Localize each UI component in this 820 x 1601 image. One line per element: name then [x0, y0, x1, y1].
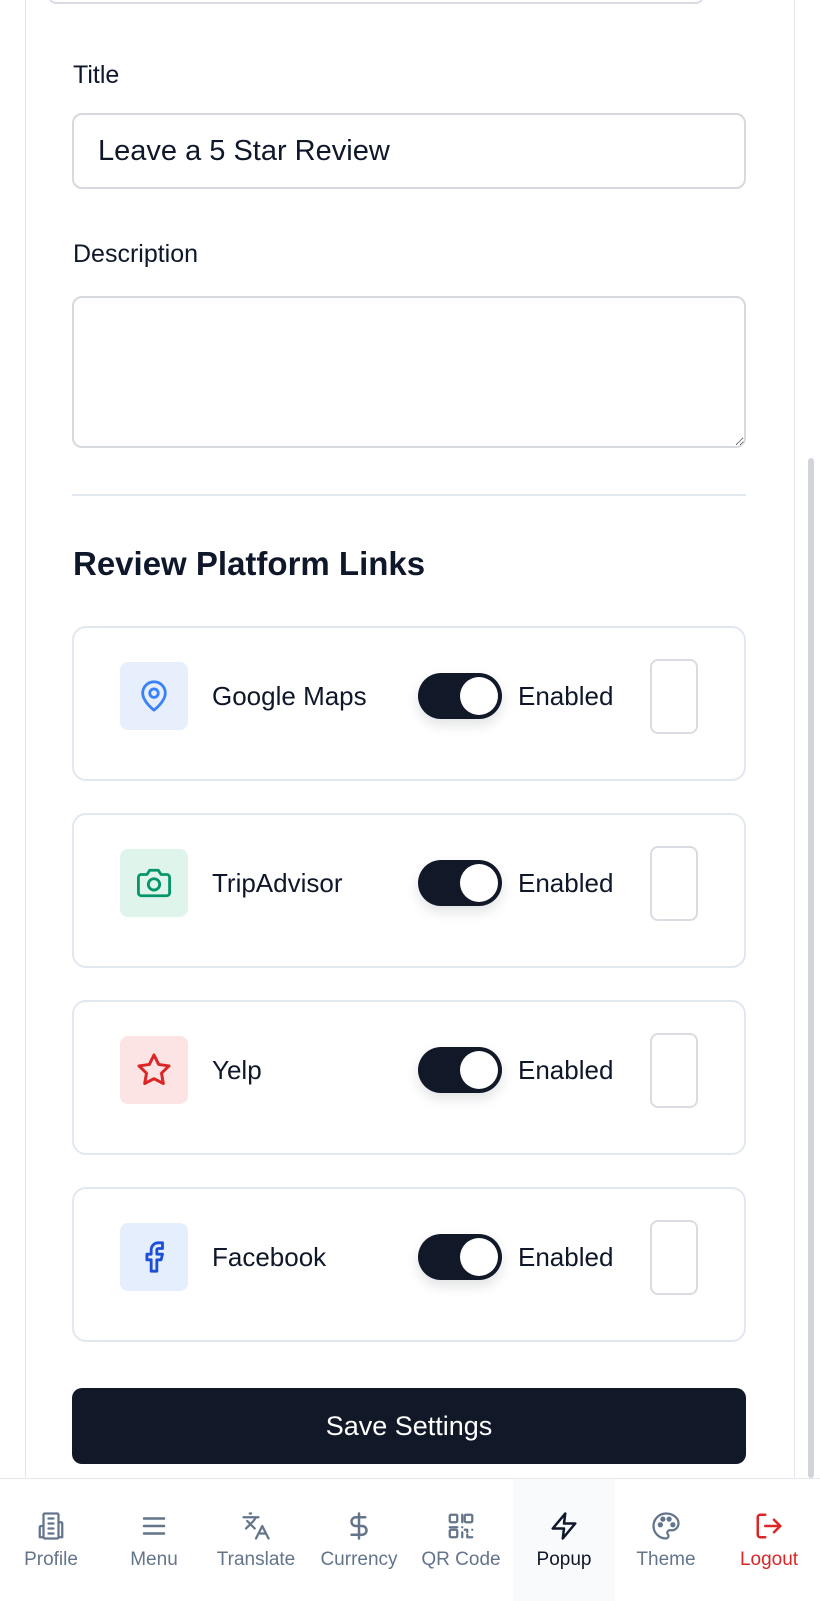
toggle-knob: [460, 1238, 498, 1276]
nav-item-translate[interactable]: Translate: [205, 1479, 307, 1601]
previous-input-field[interactable]: [47, 0, 705, 4]
toggle-knob: [460, 864, 498, 902]
platform-enabled-toggle[interactable]: [418, 673, 502, 719]
platform-link-input[interactable]: [650, 659, 698, 734]
lightning-icon: [549, 1509, 579, 1543]
title-label: Title: [73, 61, 120, 89]
platform-card-google-maps: Google Maps Enabled: [72, 626, 746, 781]
menu-icon: [139, 1509, 169, 1543]
bottom-navigation: Profile Menu Translate Currency QR Code …: [0, 1478, 820, 1601]
platform-name: Facebook: [212, 1242, 327, 1272]
nav-label: Menu: [130, 1549, 178, 1570]
platform-enabled-toggle[interactable]: [418, 1047, 502, 1093]
map-pin-icon: [120, 662, 188, 730]
nav-item-profile[interactable]: Profile: [0, 1479, 102, 1601]
platform-link-input[interactable]: [650, 1033, 698, 1108]
platform-link-input[interactable]: [650, 1220, 698, 1295]
platform-name: Yelp: [212, 1055, 262, 1085]
nav-label: QR Code: [421, 1549, 501, 1570]
nav-item-logout[interactable]: Logout: [718, 1479, 820, 1601]
toggle-knob: [460, 677, 498, 715]
scrollbar[interactable]: [808, 458, 814, 1478]
facebook-icon: [120, 1223, 188, 1291]
nav-label: Translate: [216, 1549, 296, 1570]
description-label: Description: [73, 240, 199, 268]
description-textarea[interactable]: [72, 296, 746, 448]
platform-status: Enabled: [518, 1242, 614, 1272]
toggle-knob: [460, 1051, 498, 1089]
platform-enabled-toggle[interactable]: [418, 1234, 502, 1280]
title-input[interactable]: [72, 113, 746, 189]
dollar-icon: [344, 1509, 374, 1543]
nav-label: Logout: [739, 1549, 799, 1570]
nav-label: Profile: [24, 1549, 78, 1570]
platform-name: Google Maps: [212, 681, 367, 711]
nav-item-menu[interactable]: Menu: [103, 1479, 205, 1601]
platform-status: Enabled: [518, 1055, 614, 1085]
qr-code-icon: [446, 1509, 476, 1543]
section-divider: [72, 494, 746, 496]
star-icon: [120, 1036, 188, 1104]
palette-icon: [651, 1509, 681, 1543]
nav-item-qr-code[interactable]: QR Code: [410, 1479, 512, 1601]
nav-label: Popup: [536, 1549, 592, 1570]
logout-icon: [754, 1509, 784, 1543]
nav-label: Theme: [636, 1549, 696, 1570]
camera-icon: [120, 849, 188, 917]
nav-item-popup[interactable]: Popup: [513, 1479, 615, 1601]
platform-enabled-toggle[interactable]: [418, 860, 502, 906]
platform-name: TripAdvisor: [212, 868, 343, 898]
platform-card-tripadvisor: TripAdvisor Enabled: [72, 813, 746, 968]
platform-link-input[interactable]: [650, 846, 698, 921]
platform-status: Enabled: [518, 681, 614, 711]
platform-card-yelp: Yelp Enabled: [72, 1000, 746, 1155]
review-platform-links-heading: Review Platform Links: [73, 545, 426, 582]
platform-card-facebook: Facebook Enabled: [72, 1187, 746, 1342]
platform-status: Enabled: [518, 868, 614, 898]
nav-item-currency[interactable]: Currency: [308, 1479, 410, 1601]
building-icon: [36, 1509, 66, 1543]
translate-icon: [241, 1509, 271, 1543]
nav-label: Currency: [320, 1549, 398, 1570]
save-settings-button[interactable]: Save Settings: [72, 1388, 746, 1464]
nav-item-theme[interactable]: Theme: [615, 1479, 717, 1601]
